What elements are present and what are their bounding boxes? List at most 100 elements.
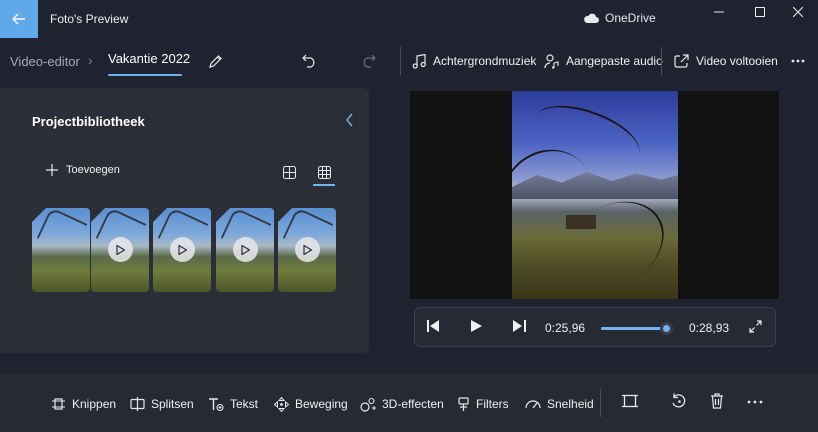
media-thumbnail[interactable] [278, 208, 336, 292]
text-label: Tekst [230, 397, 259, 411]
delete-button[interactable] [710, 393, 724, 409]
export-icon [674, 54, 689, 68]
redo-button[interactable] [359, 52, 377, 70]
project-name: Vakantie 2022 [108, 51, 191, 66]
total-time: 0:28,93 [689, 321, 730, 335]
3d-effects-button[interactable]: 3D-effecten [360, 395, 444, 413]
undo-button[interactable] [300, 52, 318, 70]
more-options-button[interactable] [788, 52, 808, 70]
view-large-button[interactable] [278, 162, 300, 182]
current-time: 0:25,96 [545, 321, 586, 335]
background-music-button[interactable]: Achtergrondmuziek [412, 50, 536, 72]
custom-audio-label: Aangepaste audio [566, 54, 663, 68]
chevron-left-icon [346, 113, 353, 127]
background-music-label: Achtergrondmuziek [433, 54, 537, 68]
project-name-underline [108, 74, 182, 76]
fullscreen-icon [749, 320, 762, 333]
seek-handle[interactable] [659, 322, 673, 335]
skip-back-icon [427, 320, 439, 332]
app-title: Foto's Preview [50, 12, 129, 26]
speed-button[interactable]: Snelheid [525, 395, 594, 413]
skip-forward-icon [513, 320, 526, 332]
play-icon [471, 320, 482, 332]
close-icon [793, 7, 803, 17]
play-button[interactable] [471, 320, 482, 332]
onedrive-label: OneDrive [605, 11, 656, 25]
motion-button[interactable]: Beweging [274, 395, 348, 413]
3d-effects-icon [360, 397, 376, 412]
grid-large-icon [282, 165, 296, 179]
finish-video-label: Video voltooien [696, 54, 778, 68]
edit-toolbar: Knippen Splitsen Tekst Beweging 3D-effec… [0, 374, 818, 432]
ellipsis-icon [791, 59, 805, 63]
finish-video-button[interactable]: Video voltooien [674, 50, 778, 72]
next-frame-button[interactable] [513, 320, 526, 332]
custom-audio-button[interactable]: Aangepaste audio [544, 50, 663, 72]
collapse-library-button[interactable] [345, 113, 355, 127]
previous-frame-button[interactable] [427, 320, 440, 332]
split-label: Splitsen [151, 397, 194, 411]
title-bar: Foto's Preview OneDrive [0, 0, 818, 38]
media-thumbnail[interactable] [91, 208, 149, 292]
filters-label: Filters [476, 397, 509, 411]
move-icon [274, 396, 289, 412]
rename-button[interactable] [206, 52, 224, 70]
filters-button[interactable]: Filters [457, 395, 509, 413]
ellipsis-icon [747, 400, 763, 404]
maximize-icon [755, 7, 765, 17]
edit-toolbar-divider [600, 389, 601, 417]
person-audio-icon [544, 53, 559, 69]
speed-label: Snelheid [547, 397, 594, 411]
editor-toolbar: Video-editor › Vakantie 2022 Achtergrond… [0, 40, 818, 84]
video-preview[interactable] [410, 91, 779, 299]
breadcrumb-video-editor[interactable]: Video-editor [10, 54, 80, 69]
close-button[interactable] [787, 4, 809, 20]
project-library-panel: Projectbibliotheek Toevoegen [0, 88, 369, 353]
video-frame [512, 91, 678, 299]
video-play-badge [170, 237, 195, 262]
media-thumbnail[interactable] [153, 208, 211, 292]
play-icon [303, 244, 312, 255]
play-icon [178, 244, 187, 255]
split-button[interactable]: Splitsen [130, 395, 194, 413]
pencil-icon [208, 54, 222, 68]
video-play-badge [233, 237, 258, 262]
filter-icon [458, 396, 469, 411]
minimize-button[interactable] [708, 4, 730, 20]
arrow-left-icon [12, 13, 25, 25]
undo-icon [301, 54, 314, 68]
fullscreen-button[interactable] [749, 320, 762, 333]
crop-icon [622, 394, 638, 408]
onedrive-status[interactable]: OneDrive [583, 11, 656, 25]
maximize-button[interactable] [749, 4, 771, 20]
rotate-button[interactable] [671, 393, 687, 409]
seek-bar-progress [601, 327, 666, 330]
video-play-badge [108, 237, 133, 262]
trim-button[interactable]: Knippen [51, 395, 116, 413]
library-title: Projectbibliotheek [32, 114, 145, 129]
toolbar-divider-2 [661, 47, 662, 75]
media-thumbnail[interactable] [216, 208, 274, 292]
split-icon [130, 397, 145, 411]
video-play-badge [295, 237, 320, 262]
view-small-button[interactable] [313, 162, 335, 182]
back-button[interactable] [0, 0, 38, 38]
speedometer-icon [525, 400, 541, 409]
3d-effects-label: 3D-effecten [382, 397, 444, 411]
trim-icon [52, 398, 65, 410]
trash-icon [711, 393, 723, 409]
redo-icon [363, 54, 376, 68]
music-note-icon [412, 53, 426, 69]
playback-controls: 0:25,96 0:28,93 [414, 307, 776, 347]
seek-bar[interactable] [601, 322, 673, 335]
more-edit-options-button[interactable] [747, 400, 763, 404]
minimize-icon [714, 11, 724, 13]
text-button[interactable]: Tekst [208, 395, 258, 413]
add-media-button[interactable]: Toevoegen [46, 164, 120, 176]
crop-button[interactable] [622, 393, 638, 409]
breadcrumb-separator: › [88, 52, 93, 68]
media-thumbnail[interactable] [32, 208, 90, 292]
cloud-icon [584, 13, 599, 23]
plus-icon [46, 164, 58, 176]
play-icon [116, 244, 125, 255]
